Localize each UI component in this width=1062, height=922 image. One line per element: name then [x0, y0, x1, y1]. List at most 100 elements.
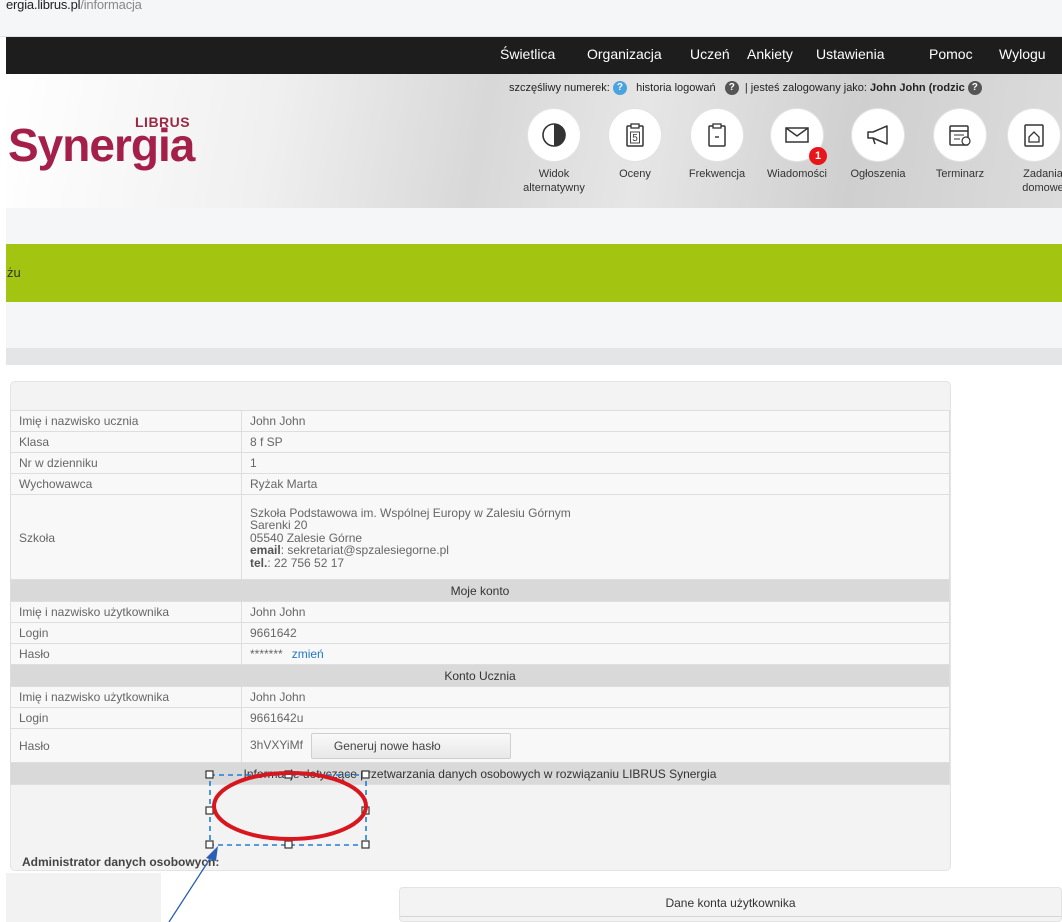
user-name-value: John John: [241, 601, 950, 623]
student-password-cell: 3hVXYiMf Generuj nowe hasło: [241, 728, 950, 763]
section-title-bar: żu: [6, 244, 1062, 302]
table-row: Login 9661642u: [10, 707, 950, 729]
shortcut-label: Oceny: [619, 168, 651, 180]
shortcut-label: Frekwencja: [688, 168, 746, 180]
tel-value: : 22 756 52 17: [267, 555, 345, 570]
register-number-label: Nr w dzienniku: [10, 452, 242, 474]
student-user-name-label: Imię i nazwisko użytkownika: [10, 686, 242, 708]
login-history-help-icon[interactable]: ?: [724, 81, 739, 95]
masked-password: *******: [250, 647, 283, 661]
table-row: Nr w dzienniku 1: [10, 452, 950, 474]
generate-password-button[interactable]: Generuj nowe hasło: [310, 732, 511, 759]
envelope-icon: 1: [771, 109, 827, 165]
password-label: Hasło: [10, 643, 242, 665]
class-label: Klasa: [10, 431, 242, 453]
content-band: [6, 302, 1062, 348]
grades-clipboard-icon: 5: [609, 109, 661, 161]
nav-item-ustawienia[interactable]: Ustawienia: [816, 46, 884, 62]
table-row: Login 9661642: [10, 622, 950, 644]
my-account-header: Moje konto: [10, 579, 950, 602]
school-email: email: sekretariat@spzalesiegorne.pl: [250, 544, 941, 557]
change-password-link[interactable]: zmień: [292, 647, 324, 661]
table-row: Hasło ******* zmień: [10, 643, 950, 665]
table-row: Imię i nazwisko użytkownika John John: [10, 686, 950, 708]
logged-in-label: | jesteś zalogowany jako:: [744, 81, 867, 94]
nav-item-swietlica[interactable]: Świetlica: [500, 46, 555, 62]
user-account-data-header: Dane konta użytkownika: [665, 896, 796, 910]
nav-item-ankiety[interactable]: Ankiety: [747, 46, 793, 62]
user-help-icon[interactable]: ?: [967, 81, 982, 95]
login-history-link[interactable]: historia logowań: [636, 82, 716, 94]
lucky-number-help-icon[interactable]: ?: [612, 81, 627, 95]
nav-item-logout[interactable]: Wylogu: [999, 46, 1046, 62]
student-account-header: Konto Ucznia: [10, 664, 950, 687]
shortcut-label: Wiadomości: [767, 168, 827, 180]
shortcut-label: Widok alternatywny: [523, 168, 585, 195]
account-info-table: Imię i nazwisko ucznia John John Klasa 8…: [10, 410, 950, 785]
page-header: LIBRUS Synergia szczęśliwy numerek: ? hi…: [6, 74, 1062, 208]
calendar-icon: [934, 109, 986, 161]
section-header-row: Moje konto: [10, 579, 950, 602]
nav-item-pomoc[interactable]: Pomoc: [929, 46, 973, 62]
student-password-value: 3hVXYiMf: [250, 737, 303, 752]
homework-icon: [1008, 109, 1060, 161]
shortcut-homework[interactable]: Zadania domowe: [994, 109, 1062, 196]
table-row: Wychowawca Ryżak Marta: [10, 473, 950, 495]
content-band-divider: [6, 348, 1062, 365]
password-value-cell: ******* zmień: [241, 643, 950, 665]
shortcut-attendance[interactable]: Frekwencja: [677, 109, 757, 181]
data-administrator-label: Administrator danych osobowych:: [22, 855, 220, 869]
user-account-data-panel: Dane konta użytkownika: [399, 887, 1062, 922]
shortcut-label: Ogłoszenia: [850, 168, 906, 180]
shortcut-label: Zadania domowe: [1022, 168, 1062, 195]
attendance-clipboard-icon: [691, 109, 743, 161]
table-row: Hasło 3hVXYiMf Generuj nowe hasło: [10, 728, 950, 763]
school-street: Sarenki 20: [250, 518, 308, 533]
school-value: Szkoła Podstawowa im. Wspólnej Europy w …: [241, 494, 950, 580]
table-row: Imię i nazwisko użytkownika John John: [10, 601, 950, 623]
shortcut-announcements[interactable]: Ogłoszenia: [838, 109, 918, 181]
unread-messages-badge: 1: [809, 147, 827, 165]
tel-label: tel.: [250, 555, 268, 570]
student-name-value: John John: [241, 410, 950, 432]
student-login-value: 9661642u: [241, 707, 950, 729]
table-row: Szkoła Szkoła Podstawowa im. Wspólnej Eu…: [10, 494, 950, 580]
shortcut-calendar[interactable]: Terminarz: [920, 109, 1000, 181]
logged-in-user: John John (rodzic: [870, 81, 965, 94]
nav-item-uczen[interactable]: Uczeń: [690, 46, 730, 62]
school-phone: tel.: 22 756 52 17: [250, 557, 941, 570]
login-label: Login: [10, 622, 242, 644]
megaphone-icon: [852, 109, 904, 161]
student-password-label: Hasło: [10, 728, 242, 763]
tutor-value: Ryżak Marta: [241, 473, 950, 495]
student-login-label: Login: [10, 707, 242, 729]
class-value: 8 f SP: [241, 431, 950, 453]
url-text[interactable]: ergia.librus.pl/informacja: [6, 0, 142, 12]
shortcut-grades[interactable]: 5 Oceny: [595, 109, 675, 181]
student-name-label: Imię i nazwisko ucznia: [10, 410, 242, 432]
panel-divider: [400, 916, 1061, 917]
top-navigation: Świetlica Organizacja Uczeń Ankiety Usta…: [6, 37, 1062, 74]
school-name: Szkoła Podstawowa im. Wspólnej Europy w …: [250, 505, 571, 520]
nav-item-organizacja[interactable]: Organizacja: [587, 46, 662, 62]
section-header-row: Konto Ucznia: [10, 664, 950, 687]
logo-synergia[interactable]: Synergia: [8, 122, 195, 168]
header-info-line: szczęśliwy numerek: ? historia logowań ?…: [509, 81, 982, 95]
register-number-value: 1: [241, 452, 950, 474]
lucky-number-label: szczęśliwy numerek:: [509, 81, 610, 94]
section-header-row: Informacje dotyczące przetwarzania danyc…: [10, 762, 950, 785]
shortcut-label: Terminarz: [935, 168, 985, 180]
user-name-label: Imię i nazwisko użytkownika: [10, 601, 242, 623]
sub-bar: [6, 208, 1062, 244]
gdpr-header: Informacje dotyczące przetwarzania danyc…: [10, 762, 950, 785]
svg-text:5: 5: [632, 133, 638, 144]
table-row: Klasa 8 f SP: [10, 431, 950, 453]
shortcut-messages[interactable]: 1 Wiadomości: [757, 109, 837, 181]
tutor-label: Wychowawca: [10, 473, 242, 495]
login-value: 9661642: [241, 622, 950, 644]
shortcut-alternative-view[interactable]: Widok alternatywny: [514, 109, 594, 196]
student-user-name-value: John John: [241, 686, 950, 708]
section-title: żu: [7, 265, 21, 280]
table-row: Imię i nazwisko ucznia John John: [10, 410, 950, 432]
browser-url-bar[interactable]: ergia.librus.pl/informacja: [0, 0, 1062, 37]
